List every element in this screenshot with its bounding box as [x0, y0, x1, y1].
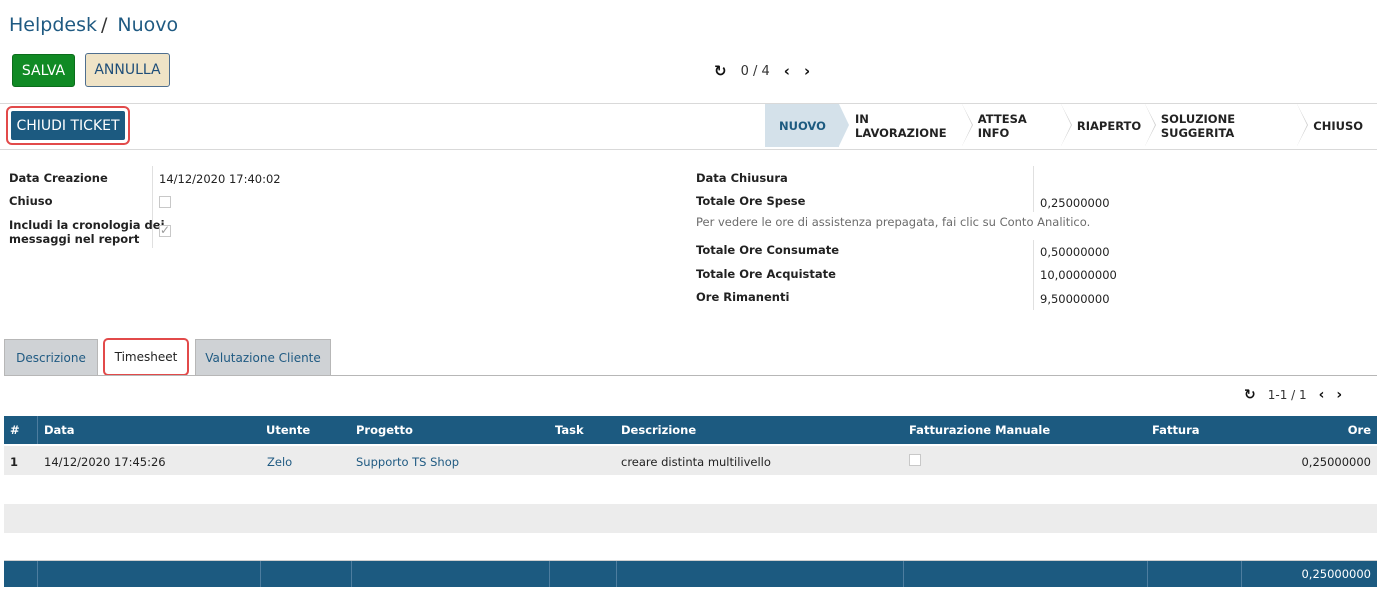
table-header: # Data Utente Progetto Task Descrizione …: [4, 416, 1377, 444]
total-ore: 0,25000000: [1301, 567, 1371, 581]
col-progetto[interactable]: Progetto: [356, 423, 413, 437]
col-data[interactable]: Data: [44, 423, 75, 437]
col-separator: [616, 561, 617, 587]
empty-row: [4, 504, 1377, 533]
stage-chiuso[interactable]: CHIUSO: [1297, 104, 1377, 147]
table-footer: 0,25000000: [4, 561, 1377, 587]
stage-arrow: [1297, 104, 1308, 146]
stage-label: IN LAVORAZIONE: [855, 111, 947, 140]
tabs-baseline: [4, 375, 1377, 376]
breadcrumb-parent[interactable]: Helpdesk: [9, 14, 97, 36]
close-ticket-button[interactable]: CHIUDI TICKET: [11, 111, 125, 140]
stage-label: CHIUSO: [1313, 118, 1364, 133]
ore-rimanenti-label: Ore Rimanenti: [696, 290, 790, 304]
cell-utente[interactable]: Zelo: [267, 455, 292, 469]
chevron-right-icon[interactable]: ›: [1336, 387, 1342, 403]
empty-row: [4, 475, 1377, 504]
cell-num: 1: [10, 455, 19, 469]
col-separator: [37, 416, 38, 444]
col-separator: [1241, 561, 1242, 587]
breadcrumb-current: Nuovo: [117, 14, 179, 36]
includi-label-line: Includi la cronologia dei: [9, 218, 165, 232]
divider: [0, 149, 1377, 150]
stage-label: RIAPERTO: [1076, 118, 1142, 133]
breadcrumb: Helpdesk / Nuovo: [9, 14, 178, 36]
col-separator: [549, 561, 550, 587]
refresh-icon[interactable]: ↻: [1244, 387, 1256, 403]
record-pager: ↻ 0 / 4 ‹ ›: [714, 62, 810, 80]
stage-nuovo[interactable]: NUOVO: [765, 104, 849, 147]
col-utente[interactable]: Utente: [266, 423, 310, 437]
table-row[interactable]: 1 14/12/2020 17:45:26 Zelo Supporto TS S…: [4, 446, 1377, 475]
cancel-button[interactable]: ANNULLA: [85, 53, 170, 87]
totale-ore-consumate-label: Totale Ore Consumate: [696, 243, 840, 257]
stage-arrow: [1144, 104, 1155, 146]
totale-ore-acquistate-value: 10,00000000: [1040, 268, 1117, 282]
col-num[interactable]: #: [10, 423, 20, 437]
stage-soluzione-suggerita[interactable]: SOLUZIONE SUGGERITA: [1144, 104, 1309, 147]
chiuso-checkbox[interactable]: [159, 196, 171, 208]
data-creazione-label: Data Creazione: [9, 171, 108, 185]
stage-arrow: [1060, 104, 1071, 146]
field-divider: [152, 166, 153, 248]
stage-riaperto[interactable]: RIAPERTO: [1060, 104, 1156, 147]
col-separator: [260, 561, 261, 587]
totale-ore-spese-label: Totale Ore Spese: [696, 194, 806, 208]
col-descrizione[interactable]: Descrizione: [621, 423, 696, 437]
refresh-icon[interactable]: ↻: [714, 62, 727, 80]
chevron-left-icon[interactable]: ‹: [1319, 387, 1325, 403]
data-chiusura-label: Data Chiusura: [696, 171, 788, 185]
cell-progetto[interactable]: Supporto TS Shop: [356, 455, 459, 469]
chevron-left-icon[interactable]: ‹: [784, 62, 790, 80]
tab-descrizione[interactable]: Descrizione: [4, 339, 98, 376]
subpager-value: 1-1 / 1: [1267, 388, 1307, 402]
chevron-right-icon[interactable]: ›: [804, 62, 810, 80]
col-separator: [37, 561, 38, 587]
col-separator: [903, 561, 904, 587]
totale-ore-spese-value: 0,25000000: [1040, 196, 1110, 210]
col-fattura[interactable]: Fattura: [1152, 423, 1200, 437]
col-fatturazione-manuale[interactable]: Fatturazione Manuale: [909, 423, 1050, 437]
breadcrumb-separator: /: [100, 14, 108, 36]
field-divider: [1033, 240, 1034, 310]
col-separator: [351, 561, 352, 587]
check-icon: ✓: [160, 223, 171, 237]
cell-ore: 0,25000000: [1301, 455, 1371, 469]
col-task[interactable]: Task: [555, 423, 584, 437]
col-ore[interactable]: Ore: [1348, 423, 1371, 437]
includi-label-line: messaggi nel report: [9, 232, 140, 246]
empty-row: [4, 533, 1377, 562]
timesheet-pager: ↻ 1-1 / 1 ‹ ›: [1244, 387, 1342, 403]
stage-label: SOLUZIONE SUGGERITA: [1160, 111, 1236, 140]
stage-arrow: [961, 104, 972, 146]
field-divider: [1033, 166, 1034, 212]
stage-label: NUOVO: [779, 118, 826, 133]
stage-attesa-info[interactable]: ATTESA INFO: [961, 104, 1072, 147]
stage-in-lavorazione[interactable]: IN LAVORAZIONE: [839, 104, 973, 147]
tab-valutazione-cliente[interactable]: Valutazione Cliente: [195, 339, 331, 376]
cell-descrizione: creare distinta multilivello: [621, 455, 771, 469]
save-button[interactable]: SALVA: [12, 54, 75, 87]
data-creazione-value[interactable]: 14/12/2020 17:40:02: [159, 172, 281, 186]
status-bar: NUOVO IN LAVORAZIONE ATTESA INFO RIAPERT…: [765, 104, 1377, 147]
cell-data: 14/12/2020 17:45:26: [44, 455, 166, 469]
close-ticket-highlight: CHIUDI TICKET: [6, 106, 130, 145]
includi-label: Includi la cronologia dei messaggi nel r…: [9, 218, 165, 246]
tab-timesheet[interactable]: Timesheet: [103, 338, 189, 376]
stage-arrow: [839, 104, 849, 146]
stage-label: ATTESA INFO: [977, 111, 1027, 140]
prepaid-hint: Per vedere le ore di assistenza prepagat…: [696, 215, 1091, 229]
col-separator: [1147, 561, 1148, 587]
totale-ore-acquistate-label: Totale Ore Acquistate: [696, 267, 836, 281]
ore-rimanenti-value: 9,50000000: [1040, 292, 1110, 306]
chiuso-label: Chiuso: [9, 194, 53, 208]
pager-value: 0 / 4: [740, 63, 770, 79]
cell-fatturazione-manuale-checkbox[interactable]: [909, 454, 921, 466]
totale-ore-consumate-value: 0,50000000: [1040, 245, 1110, 259]
